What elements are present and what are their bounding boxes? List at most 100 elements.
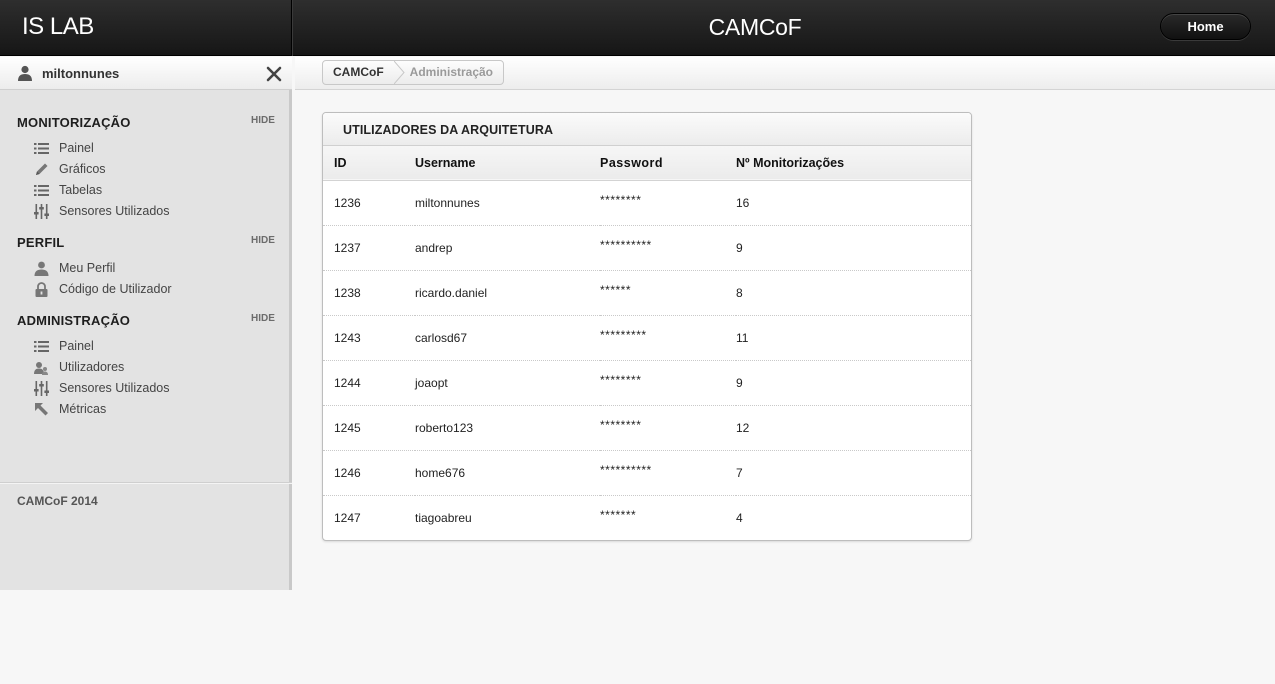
sidebar-item-label: Métricas xyxy=(59,402,107,416)
cell-id: 1245 xyxy=(334,420,361,435)
cell-monitorizacoes: 11 xyxy=(736,330,749,345)
column-header-username: Username xyxy=(415,155,476,170)
table-row: 1236 miltonnunes ******** 16 xyxy=(323,180,971,225)
close-icon[interactable] xyxy=(265,65,283,83)
pencil-icon xyxy=(36,163,48,175)
cell-username: carlosd67 xyxy=(415,330,468,345)
password-mask: ******** xyxy=(600,372,642,387)
sidebar: miltonnunes MONITORIZAÇÃO HIDE Painel Gr… xyxy=(0,57,292,590)
cell-username: tiagoabreu xyxy=(415,510,472,525)
sliders-icon xyxy=(34,381,49,396)
table-row: 1243 carlosd67 ********* 11 xyxy=(323,315,971,360)
sidebar-item-admin-painel[interactable]: Painel xyxy=(34,337,274,357)
sidebar-divider xyxy=(0,482,292,483)
password-mask: ******* xyxy=(600,507,637,522)
user-bar: miltonnunes xyxy=(0,57,292,90)
breadcrumb-bar: CAMCoF Administração xyxy=(295,57,1275,90)
section-title-monitorizacao: MONITORIZAÇÃO xyxy=(17,115,131,130)
cell-password: ******** xyxy=(600,180,736,225)
table-row: 1246 home676 ********** 7 xyxy=(323,450,971,495)
cell-password: ******** xyxy=(600,405,736,450)
column-header-monitorizacoes: Nº Monitorizações xyxy=(736,155,845,170)
cell-id: 1236 xyxy=(334,195,361,210)
cell-username: miltonnunes xyxy=(415,195,480,210)
sidebar-item-tabelas[interactable]: Tabelas xyxy=(34,181,274,201)
cell-id: 1238 xyxy=(334,285,361,300)
list-icon xyxy=(34,185,49,196)
cell-username: home676 xyxy=(415,465,466,480)
cell-monitorizacoes: 12 xyxy=(736,420,750,435)
sidebar-item-meu-perfil[interactable]: Meu Perfil xyxy=(34,259,274,279)
column-header-id: ID xyxy=(334,155,347,170)
sidebar-item-label: Tabelas xyxy=(59,183,103,197)
brand-logo-text[interactable]: IS LAB xyxy=(22,13,94,41)
chevron-right-icon xyxy=(393,61,405,84)
users-table: ID Username Password Nº Monitorizações 1… xyxy=(323,146,971,540)
top-bar: IS LAB CAMCoF Home xyxy=(0,0,1275,56)
password-mask: ******** xyxy=(600,192,642,207)
sidebar-item-label: Painel xyxy=(59,141,94,155)
cursor-icon xyxy=(35,403,48,416)
sidebar-item-label: Sensores Utilizados xyxy=(59,381,170,395)
users-panel: UTILIZADORES DA ARQUITETURA ID Username … xyxy=(322,112,972,541)
table-header-row: ID Username Password Nº Monitorizações xyxy=(323,146,971,180)
sidebar-item-codigo-de-utilizador[interactable]: Código de Utilizador xyxy=(34,280,274,300)
page-title: CAMCoF xyxy=(708,14,802,40)
users-icon xyxy=(34,362,48,375)
panel-header: UTILIZADORES DA ARQUITETURA xyxy=(323,113,971,146)
cell-monitorizacoes: 8 xyxy=(736,285,743,300)
section-title-administracao: ADMINISTRAÇÃO xyxy=(17,313,131,328)
cell-password: ********* xyxy=(600,315,736,360)
cell-password: ******* xyxy=(600,495,736,540)
table-row: 1245 roberto123 ******** 12 xyxy=(323,405,971,450)
sidebar-item-admin-sensores-utilizados[interactable]: Sensores Utilizados xyxy=(34,379,274,399)
sidebar-item-painel[interactable]: Painel xyxy=(34,139,274,159)
sidebar-item-label: Utilizadores xyxy=(59,360,125,374)
table-row: 1238 ricardo.daniel ****** 8 xyxy=(323,270,971,315)
password-mask: ********** xyxy=(600,237,652,252)
sidebar-item-label: Gráficos xyxy=(59,162,106,176)
sidebar-item-label: Meu Perfil xyxy=(59,261,116,275)
cell-password: ********** xyxy=(600,450,736,495)
sidebar-item-sensores-utilizados[interactable]: Sensores Utilizados xyxy=(34,202,274,222)
section-title-perfil: PERFIL xyxy=(17,235,65,250)
brand-area: IS LAB xyxy=(0,0,292,56)
lock-icon xyxy=(35,282,48,297)
sidebar-item-graficos[interactable]: Gráficos xyxy=(34,160,274,180)
cell-username: andrep xyxy=(415,240,453,255)
home-button[interactable]: Home xyxy=(1160,13,1251,40)
breadcrumb-item-camcof[interactable]: CAMCoF xyxy=(323,61,394,84)
cell-id: 1237 xyxy=(334,240,361,255)
table-row: 1237 andrep ********** 9 xyxy=(323,225,971,270)
sidebar-item-label: Código de Utilizador xyxy=(59,282,172,296)
hide-perfil-link[interactable]: HIDE xyxy=(251,235,275,246)
user-icon xyxy=(18,65,32,81)
password-mask: ********** xyxy=(600,462,652,477)
password-mask: ********* xyxy=(600,327,647,342)
password-mask: ****** xyxy=(600,282,632,297)
cell-password: ****** xyxy=(600,270,736,315)
cell-username: joaopt xyxy=(415,375,448,390)
cell-monitorizacoes: 7 xyxy=(736,465,743,480)
cell-monitorizacoes: 9 xyxy=(736,240,743,255)
hide-monitorizacao-link[interactable]: HIDE xyxy=(251,115,275,126)
sidebar-item-metricas[interactable]: Métricas xyxy=(34,400,274,420)
password-mask: ******** xyxy=(600,417,642,432)
sidebar-item-utilizadores[interactable]: Utilizadores xyxy=(34,358,274,378)
breadcrumb-item-administracao: Administração xyxy=(409,65,494,79)
hide-administracao-link[interactable]: HIDE xyxy=(251,313,275,324)
sidebar-footer: CAMCoF 2014 xyxy=(17,494,98,508)
user-icon xyxy=(34,261,49,276)
sidebar-item-label: Sensores Utilizados xyxy=(59,204,170,218)
cell-id: 1243 xyxy=(334,330,361,345)
panel-title: UTILIZADORES DA ARQUITETURA xyxy=(343,123,554,137)
table-row: 1247 tiagoabreu ******* 4 xyxy=(323,495,971,540)
column-header-password: Password xyxy=(600,155,664,170)
list-icon xyxy=(34,341,49,352)
cell-password: ********** xyxy=(600,225,736,270)
cell-id: 1246 xyxy=(334,465,361,480)
cell-monitorizacoes: 9 xyxy=(736,375,743,390)
username-label: miltonnunes xyxy=(42,66,120,81)
list-icon xyxy=(34,143,49,154)
cell-username: ricardo.daniel xyxy=(415,285,488,300)
